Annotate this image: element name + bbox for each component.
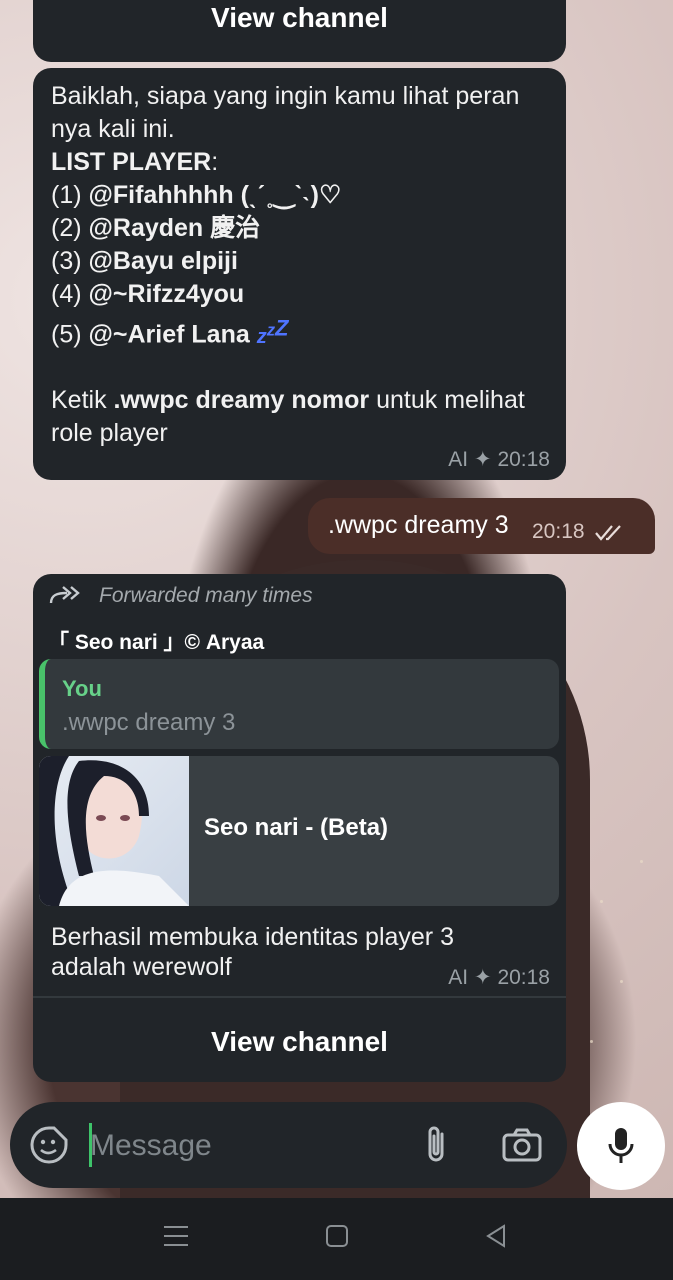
message-meta: AI ✦ 20:18 bbox=[448, 447, 550, 472]
forwarded-author[interactable]: 「 Seo nari 」© Aryaa bbox=[48, 626, 264, 656]
home-icon[interactable] bbox=[325, 1222, 349, 1250]
message-text: .wwpc dreamy 3 bbox=[328, 511, 509, 539]
preview-thumbnail bbox=[39, 756, 189, 906]
link-preview-card[interactable]: Seo nari - (Beta) bbox=[39, 756, 559, 906]
view-channel-button[interactable]: View channel bbox=[33, 1026, 566, 1058]
message-time: 20:18 bbox=[497, 966, 550, 989]
sleeping-emoji-icon: zzZ bbox=[256, 315, 289, 348]
back-icon[interactable] bbox=[484, 1222, 508, 1250]
message-input[interactable] bbox=[90, 1124, 390, 1168]
message-text: Berhasil membuka identitas player 3 adal… bbox=[51, 923, 454, 981]
message-bubble-outgoing[interactable]: .wwpc dreamy 3 20:18 bbox=[308, 498, 655, 554]
double-check-icon bbox=[595, 525, 621, 541]
system-navigation-bar bbox=[0, 1198, 673, 1280]
microphone-icon bbox=[608, 1128, 634, 1163]
message-footer: Ketik .wwpc dreamy nomor untuk melihat r… bbox=[51, 385, 525, 447]
forwarded-header: Forwarded many times bbox=[49, 584, 313, 608]
preview-title: Seo nari - (Beta) bbox=[204, 814, 389, 841]
list-item: (4) @~Rifzz4you bbox=[51, 280, 245, 308]
command-text: .wwpc dreamy nomor bbox=[113, 385, 370, 414]
ai-badge: AI bbox=[448, 966, 469, 989]
forwarded-message-bubble[interactable]: Forwarded many times 「 Seo nari 」© Aryaa… bbox=[33, 574, 566, 1082]
divider bbox=[33, 996, 566, 998]
message-time: 20:18 bbox=[532, 520, 585, 543]
message-time: 20:18 bbox=[497, 448, 550, 471]
list-item: (2) @Rayden 慶治 bbox=[51, 214, 261, 242]
mention-link[interactable]: @~Rifzz4you bbox=[89, 280, 245, 308]
list-item: (5) @~Arief Lana zzZ bbox=[51, 315, 289, 349]
list-item: (3) @Bayu elpiji bbox=[51, 247, 238, 275]
quote-text: .wwpc dreamy 3 bbox=[62, 709, 236, 736]
mention-link[interactable]: @~Arief Lana bbox=[89, 321, 250, 349]
camera-icon[interactable] bbox=[502, 1128, 542, 1162]
quote-author: You bbox=[62, 676, 102, 701]
reply-quote[interactable]: You .wwpc dreamy 3 bbox=[39, 659, 559, 749]
view-channel-button[interactable]: View channel bbox=[33, 2, 566, 34]
message-bubble-incoming[interactable]: Baiklah, siapa yang ingin kamu lihat per… bbox=[33, 68, 566, 480]
list-item: (1) @Fifahhhhh (ˎˊ˳‿ˋ˴)♡ bbox=[51, 181, 342, 209]
attach-paperclip-icon[interactable] bbox=[422, 1124, 450, 1166]
channel-card-top: View channel bbox=[33, 0, 566, 62]
message-meta: AI ✦ 20:18 bbox=[448, 965, 550, 990]
forwarded-label: Forwarded many times bbox=[99, 584, 313, 607]
sticker-emoji-icon[interactable] bbox=[30, 1126, 68, 1164]
mention-link[interactable]: @Bayu elpiji bbox=[89, 247, 238, 275]
message-intro: Baiklah, siapa yang ingin kamu lihat per… bbox=[51, 82, 520, 143]
ai-badge: AI bbox=[448, 448, 469, 471]
recent-apps-icon[interactable] bbox=[163, 1222, 189, 1250]
mention-link[interactable]: @Rayden 慶治 bbox=[89, 214, 261, 242]
sparkle-icon: ✦ bbox=[473, 966, 492, 989]
voice-message-button[interactable] bbox=[577, 1102, 665, 1190]
forward-arrows-icon bbox=[49, 586, 80, 604]
sparkle-icon: ✦ bbox=[473, 448, 492, 471]
message-composer bbox=[10, 1102, 567, 1188]
list-title: LIST PLAYER bbox=[51, 148, 212, 176]
mention-link[interactable]: @Fifahhhhh (ˎˊ˳‿ˋ˴)♡ bbox=[89, 181, 342, 209]
